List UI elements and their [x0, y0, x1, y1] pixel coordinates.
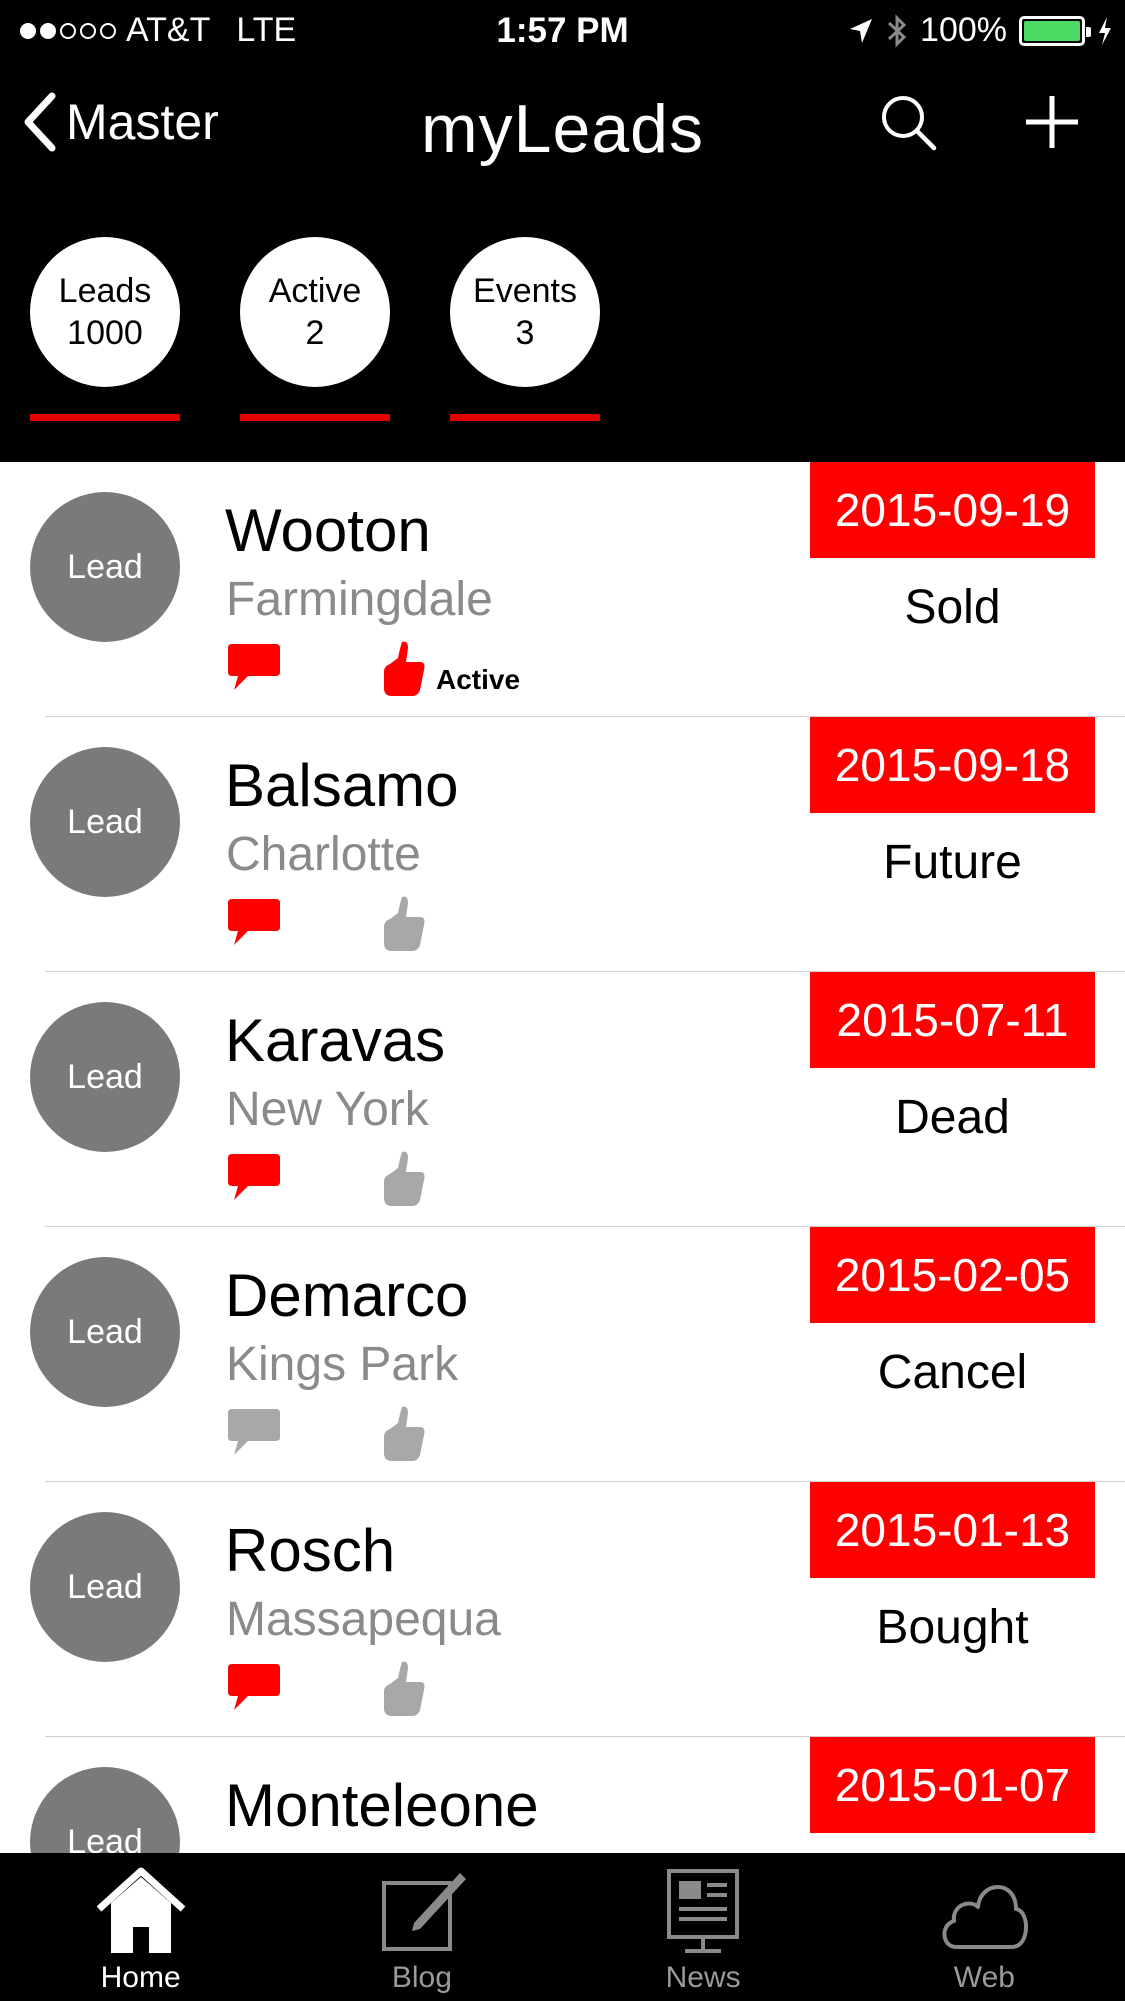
- comment-icon[interactable]: [226, 1407, 282, 1459]
- avatar: Lead: [30, 1512, 180, 1662]
- date-badge: 2015-09-18: [810, 717, 1095, 813]
- filter-circle: Events 3: [450, 237, 600, 387]
- date-badge: 2015-01-13: [810, 1482, 1095, 1578]
- filter-circle: Active 2: [240, 237, 390, 387]
- list-item[interactable]: Lead Monteleone 2015-01-07: [0, 1737, 1125, 1853]
- filter-count: 3: [515, 314, 535, 352]
- filter-leads[interactable]: Leads 1000: [30, 237, 180, 421]
- navigation-bar: Master myLeads: [0, 62, 1125, 192]
- comment-icon[interactable]: [226, 1662, 282, 1714]
- charging-bolt-icon: [1099, 16, 1111, 45]
- filter-underline: [30, 414, 180, 421]
- chevron-left-icon: [24, 92, 56, 152]
- status-label: Cancel: [877, 1346, 1028, 1399]
- thumbs-up-icon[interactable]: [380, 1403, 428, 1463]
- filter-label: Events: [473, 272, 577, 310]
- battery-percent: 100%: [920, 11, 1007, 49]
- status-label: Sold: [904, 581, 1001, 634]
- filter-underline: [450, 414, 600, 421]
- avatar: Lead: [30, 1257, 180, 1407]
- back-button-label: Master: [66, 94, 219, 150]
- lead-name: Monteleone: [225, 1772, 539, 1839]
- list-item[interactable]: Lead Karavas New York 2015-07-11 Dead: [0, 972, 1125, 1227]
- lead-city: Kings Park: [226, 1338, 459, 1391]
- list-item[interactable]: Lead Wooton Farmingdale Active 2015-09-19 Sol…: [0, 462, 1125, 717]
- lead-name: Wooton: [225, 497, 431, 564]
- thumbs-up-icon[interactable]: [380, 1148, 428, 1208]
- tab-blog[interactable]: Blog: [281, 1853, 562, 2001]
- filter-circle: Leads 1000: [30, 237, 180, 387]
- comment-icon[interactable]: [226, 1152, 282, 1204]
- lead-name: Karavas: [225, 1007, 446, 1074]
- avatar: Lead: [30, 747, 180, 897]
- home-icon: [96, 1867, 185, 1953]
- comment-icon[interactable]: [226, 897, 282, 949]
- back-button[interactable]: Master: [22, 92, 219, 152]
- tab-label: News: [665, 1961, 741, 1994]
- location-arrow-icon: [850, 18, 873, 43]
- filter-bar: Leads 1000 Active 2 Events 3: [0, 192, 1125, 462]
- lead-city: Charlotte: [226, 828, 421, 881]
- list-item[interactable]: Lead Rosch Massapequa 2015-01-13 Bought: [0, 1482, 1125, 1737]
- cloud-icon: [942, 1885, 1029, 1949]
- active-label: Active: [436, 664, 521, 695]
- tab-news[interactable]: News: [563, 1853, 844, 2001]
- filter-active[interactable]: Active 2: [240, 237, 390, 421]
- tab-bar: Home Blog News Web: [0, 1853, 1125, 2001]
- date-badge: 2015-07-11: [810, 972, 1095, 1068]
- avatar: Lead: [30, 1767, 180, 1853]
- status-label: Bought: [876, 1601, 1029, 1654]
- filter-count: 1000: [67, 314, 143, 352]
- thumbs-up-icon[interactable]: [380, 893, 428, 953]
- blog-icon: [381, 1873, 466, 1951]
- lead-city: Farmingdale: [226, 573, 493, 626]
- bluetooth-icon: [888, 13, 907, 48]
- status-label: Dead: [895, 1091, 1010, 1144]
- filter-underline: [240, 414, 390, 421]
- tab-web[interactable]: Web: [844, 1853, 1125, 2001]
- lead-name: Rosch: [225, 1517, 396, 1584]
- avatar: Lead: [30, 1002, 180, 1152]
- battery-level: [1024, 20, 1080, 41]
- tab-label: Home: [100, 1961, 181, 1994]
- date-badge: 2015-02-05: [810, 1227, 1095, 1323]
- news-icon: [667, 1869, 740, 1953]
- thumbs-up-icon[interactable]: [380, 638, 428, 698]
- tab-home[interactable]: Home: [0, 1853, 281, 2001]
- tab-label: Web: [953, 1961, 1015, 1994]
- search-icon[interactable]: [878, 92, 938, 152]
- lead-name: Demarco: [225, 1262, 469, 1329]
- filter-label: Leads: [58, 272, 152, 310]
- date-badge: 2015-01-07: [810, 1737, 1095, 1833]
- comment-icon[interactable]: [226, 642, 282, 694]
- status-bar: AT&T LTE 1:57 PM 100%: [0, 0, 1125, 62]
- add-icon[interactable]: [1022, 92, 1082, 152]
- tab-label: Blog: [391, 1961, 452, 1994]
- filter-events[interactable]: Events 3: [450, 237, 600, 421]
- status-label: Future: [883, 836, 1022, 889]
- battery-nub: [1086, 26, 1091, 37]
- battery-icon: [1019, 15, 1091, 46]
- lead-city: New York: [226, 1083, 429, 1136]
- lead-name: Balsamo: [225, 752, 459, 819]
- filter-label: Active: [268, 272, 362, 310]
- status-right: 100%: [848, 11, 1113, 50]
- list-item[interactable]: Lead Demarco Kings Park 2015-02-05 Cancel: [0, 1227, 1125, 1482]
- lead-list[interactable]: Lead Wooton Farmingdale Active 2015-09-19 Sol…: [0, 462, 1125, 1853]
- avatar: Lead: [30, 492, 180, 642]
- lead-city: Massapequa: [226, 1593, 501, 1646]
- list-item[interactable]: Lead Balsamo Charlotte 2015-09-18 Future: [0, 717, 1125, 972]
- thumbs-up-icon[interactable]: [380, 1658, 428, 1718]
- date-badge: 2015-09-19: [810, 462, 1095, 558]
- filter-count: 2: [305, 314, 325, 352]
